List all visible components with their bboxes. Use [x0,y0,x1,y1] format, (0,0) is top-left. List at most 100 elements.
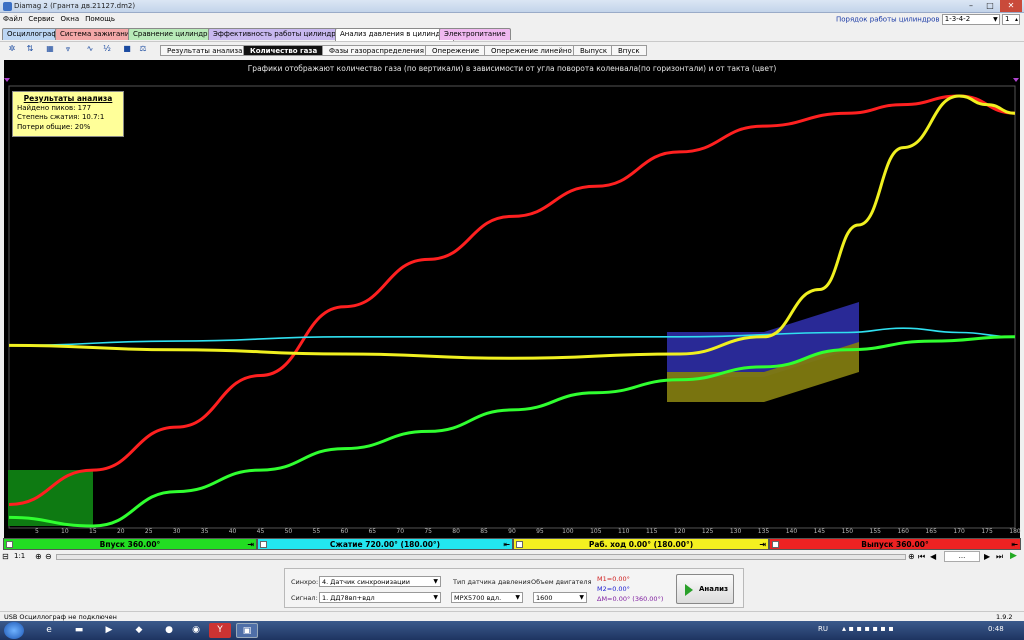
double-arrow-icon[interactable]: ⇤ [503,539,510,550]
app-icon-3[interactable]: ◉ [185,623,207,638]
auto-icon[interactable]: ▦ [44,43,56,55]
zoom-out-icon[interactable]: ⊖ [45,552,52,561]
diamag-icon[interactable]: ▣ [236,623,258,638]
version-text: 1.9.2 [996,613,1013,621]
series-line-0 [8,94,1016,506]
yandex-icon[interactable]: Y [209,623,231,638]
checkbox[interactable] [772,541,779,548]
tab-cylinder-efficiency[interactable]: Эффективность работы цилиндров [208,28,350,40]
minimize-button[interactable]: – [962,0,980,12]
tab-pressure-analysis[interactable]: Анализ давления в цилиндре [335,28,455,41]
x-tick-label: 110 [618,528,630,535]
x-tick-label: 35 [200,528,209,535]
cylinder-order-select[interactable]: 1-3-4-2 ▼ [941,14,1000,25]
tab-intake[interactable]: Впуск [611,45,647,56]
engine-volume-label: Объем двигателя [531,578,592,586]
sync-select[interactable]: 4. Датчик синхронизации ▼ [319,576,441,587]
scales-icon[interactable]: ⚖ [137,43,149,55]
sync-value: 4. Датчик синхронизации [322,578,410,586]
waveform-icon[interactable]: ∿ [84,43,96,55]
tab-valve-timing[interactable]: Фазы газораспределения [322,45,431,56]
tab-gas-amount[interactable]: Количество газа [243,45,325,56]
menu-service[interactable]: Сервис [25,13,57,26]
x-tick-label: 180 [1009,528,1021,535]
language-indicator[interactable]: RU [818,625,828,633]
engine-volume-select[interactable]: 1600 ▼ [533,592,587,603]
maximize-button[interactable]: □ [981,0,999,12]
chevron-down-icon: ▼ [433,594,438,601]
x-tick-label: 5 [35,528,39,535]
sync-label: Синхро: [291,578,319,586]
x-tick-label: 15 [89,528,97,535]
checkbox[interactable] [260,541,267,548]
x-tick-label: 145 [813,528,826,535]
gas-chart [4,78,1019,529]
first-page-icon[interactable]: ⏮ [918,552,925,562]
filter-icon[interactable]: ⩔ [62,43,74,55]
checkbox[interactable] [6,541,13,548]
chart-scale-icon[interactable]: ⇅ [24,43,36,55]
double-arrow-icon[interactable]: ⇥ [247,539,254,550]
marker-right-icon [1013,78,1019,82]
menu-help[interactable]: Помощь [82,13,118,26]
folder-icon[interactable]: ▬ [68,623,90,638]
phase-compression[interactable]: Сжатие 720.00° (180.00°) ⇤ [257,538,513,550]
double-arrow-icon[interactable]: ⇥ [759,539,766,550]
plot-area[interactable] [4,60,1020,540]
x-tick-label: 70 [396,528,405,535]
zoom-plus-icon[interactable]: ⊕ [908,552,915,561]
x-tick-label: 45 [256,528,265,535]
phase-exhaust[interactable]: Выпуск 360.00° ⇤ [769,538,1021,550]
last-page-icon[interactable]: ⏭ [996,552,1003,562]
media-icon[interactable]: ▶ [98,623,120,638]
x-tick-label: 90 [508,528,516,535]
ie-icon[interactable]: e [38,623,60,638]
app-icon-2[interactable]: ● [158,623,180,638]
tab-analysis-results[interactable]: Результаты анализа [160,45,250,56]
signal-select[interactable]: 1. ДД78вп+вдл ▼ [319,592,441,603]
sensor-type-select[interactable]: MPX5700 вдл. ▼ [451,592,523,603]
tab-exhaust[interactable]: Выпуск [573,45,615,56]
menu-windows[interactable]: Окна [58,13,83,26]
checkbox[interactable] [516,541,523,548]
tab-advance[interactable]: Опережение [425,45,487,56]
phase-exhaust-label: Выпуск 360.00° [861,540,929,549]
app-icon [3,2,12,11]
tab-oscilloscope[interactable]: Осциллограф [2,28,63,40]
x-axis-ticks: 5 10 15 20 25 30 35 40 45 50 55 60 65 70 75 80 85 90 95 100… [8,528,1021,537]
menu-file[interactable]: Файл [0,13,25,26]
start-button[interactable] [4,622,24,639]
horizontal-scrollbar[interactable] [56,554,906,560]
x-tick-label: 170 [953,528,965,535]
prev-page-icon[interactable]: ◀ [930,552,936,561]
half-scale-icon[interactable]: ½ [101,43,113,55]
double-arrow-icon[interactable]: ⇤ [1011,539,1018,550]
x-tick-label: 135 [757,528,770,535]
x-tick-label: 75 [424,528,432,535]
page-field[interactable]: ... [944,551,980,562]
tab-advance-linear[interactable]: Опережение линейно [484,45,579,56]
cylinder-index-select[interactable]: 1 ▴ [1002,14,1020,25]
results-losses: Потери общие: 20% [17,122,91,131]
phase-power[interactable]: Раб. ход 0.00° (180.00°) ⇥ [513,538,769,550]
x-tick-label: 140 [785,528,798,535]
play-icon[interactable]: ▶ [1010,551,1017,561]
x-tick-label: 160 [897,528,909,535]
scroll-left-icon[interactable]: ⊟ [2,552,9,561]
tab-power-supply[interactable]: Электропитание [439,28,511,40]
save-icon[interactable]: ■ [121,43,133,55]
phase-intake[interactable]: Впуск 360.00° ⇥ [3,538,257,550]
settings-icon[interactable]: ✲ [6,43,18,55]
close-button[interactable]: ✕ [1000,0,1022,12]
zoom-in-icon[interactable]: ⊕ [35,552,42,561]
results-title: Результаты анализа [23,94,113,103]
app-icon-1[interactable]: ◆ [128,623,150,638]
analyze-button[interactable]: Анализ [676,574,734,604]
zoom-level: 1:1 [14,552,26,560]
status-bar: USB Осциллограф не подключен 1.9.2 [0,611,1024,621]
tray-icons[interactable]: ▴ ▪ ▪ ▪ ▪ ▪ ▪ [842,624,894,633]
sensor-type-label: Тип датчика давления [453,578,531,586]
next-page-icon[interactable]: ▶ [984,552,990,561]
tab-ignition[interactable]: Система зажигания [55,28,139,40]
tab-cylinder-compare[interactable]: Сравнение цилиндров [128,28,221,40]
